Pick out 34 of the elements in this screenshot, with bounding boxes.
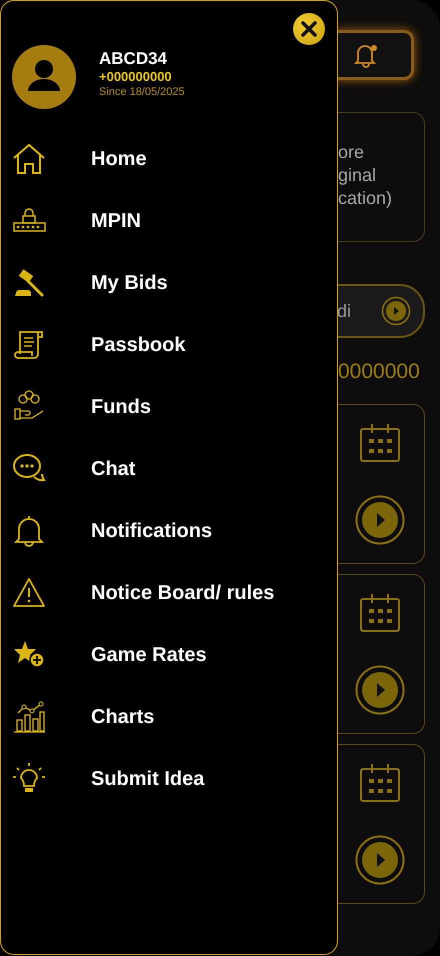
menu-item[interactable]: Home (91, 148, 147, 170)
play-icon[interactable] (354, 665, 404, 715)
bar-chart-icon (12, 700, 46, 734)
menu-item[interactable]: Chat (91, 458, 136, 480)
menu-item[interactable]: MPIN (91, 210, 141, 232)
bell-icon (12, 514, 46, 548)
amount-text: 0000000 (338, 360, 421, 384)
house-icon (12, 142, 46, 176)
menu-item[interactable]: Submit Idea (91, 768, 204, 790)
info-text: cation) (338, 187, 394, 210)
warning-icon (12, 576, 46, 610)
menu-item[interactable]: Game Rates (91, 644, 207, 666)
close-button[interactable] (293, 13, 325, 45)
menu-item[interactable]: Notifications (91, 520, 212, 542)
play-icon[interactable] (354, 835, 404, 885)
avatar-icon (12, 45, 76, 109)
phone-number: +000000000 (99, 69, 173, 84)
calendar-icon (358, 423, 402, 463)
menu-item[interactable]: My Bids (91, 272, 168, 294)
menu-item[interactable]: Passbook (91, 334, 186, 356)
menu-item[interactable]: Funds (91, 396, 151, 418)
calendar-icon (358, 593, 402, 633)
info-text: ore (338, 141, 366, 164)
info-text: ginal (338, 164, 378, 187)
user-name: ABCD34 (99, 49, 168, 69)
menu-item[interactable]: Notice Board/ rules (91, 582, 274, 604)
play-icon[interactable] (381, 296, 411, 326)
menu-item[interactable]: Charts (91, 706, 154, 728)
scroll-icon (12, 328, 46, 362)
member-since: Since 18/05/2025 (99, 85, 185, 100)
play-icon[interactable] (354, 495, 404, 545)
calendar-icon (358, 763, 402, 803)
pill-text: di (337, 300, 352, 322)
close-icon (301, 21, 317, 37)
